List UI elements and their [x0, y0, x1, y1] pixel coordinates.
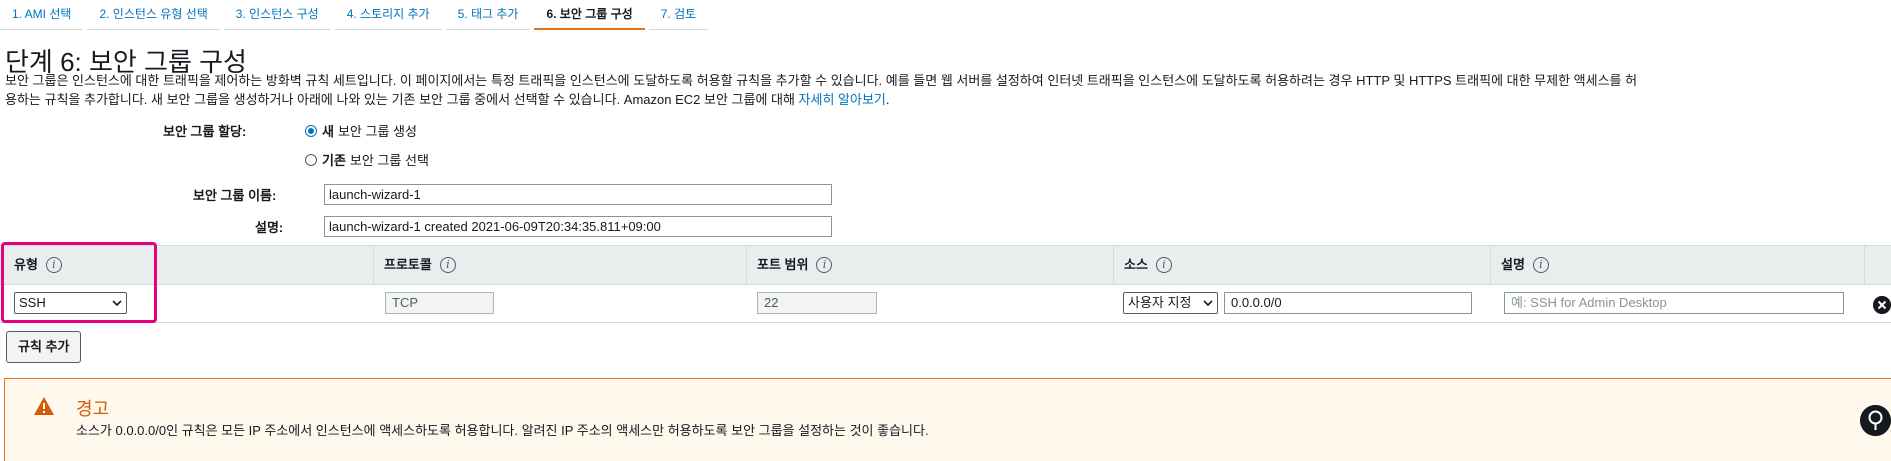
rule-port-range-field: 22 [757, 292, 877, 314]
column-description-label: 설명 [1501, 257, 1525, 272]
chevron-down-icon [1203, 300, 1213, 307]
radio-existing-button[interactable] [305, 153, 317, 166]
radio-new-bold: 새 [322, 124, 334, 139]
security-group-name-input[interactable]: launch-wizard-1 [324, 184, 832, 205]
column-actions [1864, 246, 1891, 284]
warning-text: 소스가 0.0.0.0/0인 규칙은 모든 IP 주소에서 인스턴스에 액세스하… [76, 423, 929, 438]
rule-source-select[interactable]: 사용자 지정 [1123, 292, 1218, 314]
tab-review[interactable]: 7. 검토 [648, 0, 709, 30]
warning-alert: 경고 소스가 0.0.0.0/0인 규칙은 모든 IP 주소에서 인스턴스에 액… [4, 378, 1891, 461]
rules-table-header: 유형 i 프로토콜 i 포트 범위 i 소스 i 설명 i [0, 245, 1891, 285]
radio-new-label: 보안 그룹 생성 [337, 124, 417, 139]
radio-new-security-group[interactable]: 새 보안 그룹 생성 [305, 121, 417, 140]
assign-security-group-label: 보안 그룹 할당: [163, 124, 247, 139]
chevron-down-icon [112, 300, 122, 307]
column-type: 유형 i [4, 246, 373, 284]
rule-source-select-value: 사용자 지정 [1128, 295, 1192, 310]
column-port-range: 포트 범위 i [746, 246, 1113, 284]
description-label: 설명: [255, 220, 284, 235]
rule-row: SSH TCP 22 사용자 지정 0.0.0.0/0 예: SSH for A… [0, 285, 1891, 323]
rule-source-cidr-input[interactable]: 0.0.0.0/0 [1224, 292, 1472, 314]
warning-title: 경고 [76, 399, 110, 419]
page-description: 보안 그룹은 인스턴스에 대한 트래픽을 제어하는 방화벽 규칙 세트입니다. … [5, 71, 1891, 109]
radio-existing-label: 보안 그룹 선택 [349, 153, 429, 168]
security-group-name-label: 보안 그룹 이름: [193, 188, 277, 203]
info-icon[interactable]: i [816, 257, 833, 273]
add-rule-button[interactable]: 규칙 추가 [6, 331, 82, 363]
tab-configure-instance[interactable]: 3. 인스턴스 구성 [223, 0, 331, 30]
tab-configure-security-group[interactable]: 6. 보안 그룹 구성 [534, 0, 645, 30]
tab-add-storage[interactable]: 4. 스토리지 추가 [334, 0, 442, 30]
column-port-range-label: 포트 범위 [757, 257, 809, 272]
tab-choose-ami[interactable]: 1. AMI 선택 [0, 0, 84, 30]
column-description: 설명 i [1490, 246, 1864, 284]
remove-icon[interactable] [1873, 296, 1891, 314]
radio-new-button[interactable] [305, 124, 317, 137]
column-source-label: 소스 [1124, 257, 1148, 272]
rule-description-input[interactable]: 예: SSH for Admin Desktop [1504, 292, 1844, 314]
warning-icon [34, 397, 54, 415]
wizard-tabs: 1. AMI 선택 2. 인스턴스 유형 선택 3. 인스턴스 구성 4. 스토… [0, 0, 712, 30]
info-icon[interactable]: i [439, 257, 456, 273]
column-protocol: 프로토콜 i [373, 246, 746, 284]
info-icon[interactable]: i [1532, 257, 1549, 273]
intro-line-2: 용하는 규칙을 추가합니다. 새 보안 그룹을 생성하거나 아래에 나와 있는 … [5, 90, 1891, 109]
radio-existing-security-group[interactable]: 기존 보안 그룹 선택 [305, 150, 429, 169]
column-protocol-label: 프로토콜 [384, 257, 432, 272]
intro-line-1: 보안 그룹은 인스턴스에 대한 트래픽을 제어하는 방화벽 규칙 세트입니다. … [5, 73, 1638, 88]
intro-line-2-text: 용하는 규칙을 추가합니다. 새 보안 그룹을 생성하거나 아래에 나와 있는 … [5, 92, 799, 107]
column-source: 소스 i [1113, 246, 1490, 284]
intro-end: . [885, 92, 890, 107]
rule-protocol-field: TCP [385, 292, 494, 314]
info-icon[interactable]: i [45, 257, 62, 273]
description-input[interactable]: launch-wizard-1 created 2021-06-09T20:34… [324, 216, 832, 237]
tab-add-tags[interactable]: 5. 태그 추가 [445, 0, 531, 30]
feedback-icon[interactable] [1860, 405, 1891, 436]
info-icon[interactable]: i [1155, 257, 1172, 273]
rule-type-select[interactable]: SSH [14, 292, 127, 314]
tab-choose-instance-type[interactable]: 2. 인스턴스 유형 선택 [87, 0, 220, 30]
learn-more-link[interactable]: 자세히 알아보기 [799, 92, 886, 107]
radio-existing-bold: 기존 [322, 153, 346, 168]
rule-type-value: SSH [19, 295, 46, 310]
column-type-label: 유형 [14, 257, 38, 272]
